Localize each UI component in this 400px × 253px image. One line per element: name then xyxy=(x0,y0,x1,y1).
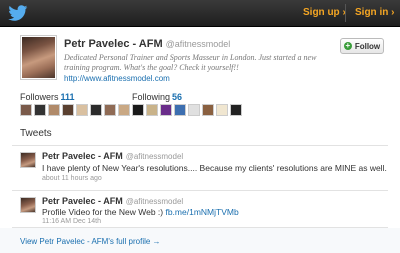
divider xyxy=(12,190,388,191)
profile-avatar[interactable] xyxy=(20,35,57,80)
tweet-author[interactable]: Petr Pavelec - AFM xyxy=(42,151,123,161)
divider xyxy=(12,227,388,228)
tweet-avatar[interactable] xyxy=(20,197,36,213)
profile-website-link[interactable]: http://www.afitnessmodel.com xyxy=(64,74,170,83)
following-avatars xyxy=(132,104,242,116)
tweet-handle: @afitnessmodel xyxy=(125,152,184,161)
follower-avatar[interactable] xyxy=(118,104,130,116)
following-label: Following xyxy=(132,92,171,102)
following-avatar[interactable] xyxy=(160,104,172,116)
follow-button[interactable]: + Follow xyxy=(340,38,384,54)
following-avatar[interactable] xyxy=(230,104,242,116)
follower-avatar[interactable] xyxy=(48,104,60,116)
tweet-body: I have plenty of New Year's resolutions.… xyxy=(42,163,387,173)
tweet-author-line: Petr Pavelec - AFM @afitnessmodel xyxy=(42,196,183,206)
followers-label: Followers xyxy=(20,92,59,102)
following-count[interactable]: 56 xyxy=(172,92,182,102)
following-avatar[interactable] xyxy=(216,104,228,116)
tweet-timestamp[interactable]: 11:16 AM Dec 14th xyxy=(42,218,101,225)
profile-bio: Dedicated Personal Trainer and Sports Ma… xyxy=(64,53,317,72)
profile-photo xyxy=(22,37,55,78)
follower-avatar[interactable] xyxy=(20,104,32,116)
profile-name[interactable]: Petr Pavelec - AFM xyxy=(64,38,163,50)
follow-button-label: Follow xyxy=(354,41,381,51)
profile-handle: @afitnessmodel xyxy=(165,39,231,49)
followers-count[interactable]: 111 xyxy=(61,92,75,102)
tweet-text: Profile Video for the New Web :) fb.me/1… xyxy=(42,207,239,217)
twitter-bird-icon[interactable] xyxy=(7,5,29,22)
follower-avatar[interactable] xyxy=(90,104,102,116)
following-avatar[interactable] xyxy=(174,104,186,116)
following-avatar[interactable] xyxy=(202,104,214,116)
full-profile-link[interactable]: View Petr Pavelec - AFM's full profile → xyxy=(20,237,161,246)
tweet-body: Profile Video for the New Web :) xyxy=(42,207,166,217)
sign-in-link[interactable]: Sign in › xyxy=(355,7,394,18)
plus-icon: + xyxy=(343,41,352,50)
divider xyxy=(12,145,388,146)
follower-avatar[interactable] xyxy=(76,104,88,116)
tweet-author[interactable]: Petr Pavelec - AFM xyxy=(42,196,123,206)
topbar-divider xyxy=(345,4,346,22)
tweet-link[interactable]: fb.me/1mNMjTVMb xyxy=(165,207,238,217)
following-stat[interactable]: Following 56 xyxy=(132,92,182,102)
follower-avatar[interactable] xyxy=(34,104,46,116)
follower-avatar[interactable] xyxy=(62,104,74,116)
following-avatar[interactable] xyxy=(132,104,144,116)
tweets-heading: Tweets xyxy=(20,128,52,139)
top-navigation-bar: Sign up › Sign in › xyxy=(0,0,400,27)
followers-avatars xyxy=(20,104,130,116)
following-avatar[interactable] xyxy=(146,104,158,116)
tweet-author-line: Petr Pavelec - AFM @afitnessmodel xyxy=(42,151,183,161)
tweet-avatar[interactable] xyxy=(20,152,36,168)
followers-stat[interactable]: Followers 111 xyxy=(20,92,75,102)
tweet-handle: @afitnessmodel xyxy=(125,197,184,206)
tweet-text: I have plenty of New Year's resolutions.… xyxy=(42,163,387,173)
tweet-timestamp[interactable]: about 11 hours ago xyxy=(42,175,102,182)
following-avatar[interactable] xyxy=(188,104,200,116)
sign-up-link[interactable]: Sign up › xyxy=(303,7,346,18)
profile-name-line: Petr Pavelec - AFM @afitnessmodel xyxy=(64,38,230,50)
follower-avatar[interactable] xyxy=(104,104,116,116)
